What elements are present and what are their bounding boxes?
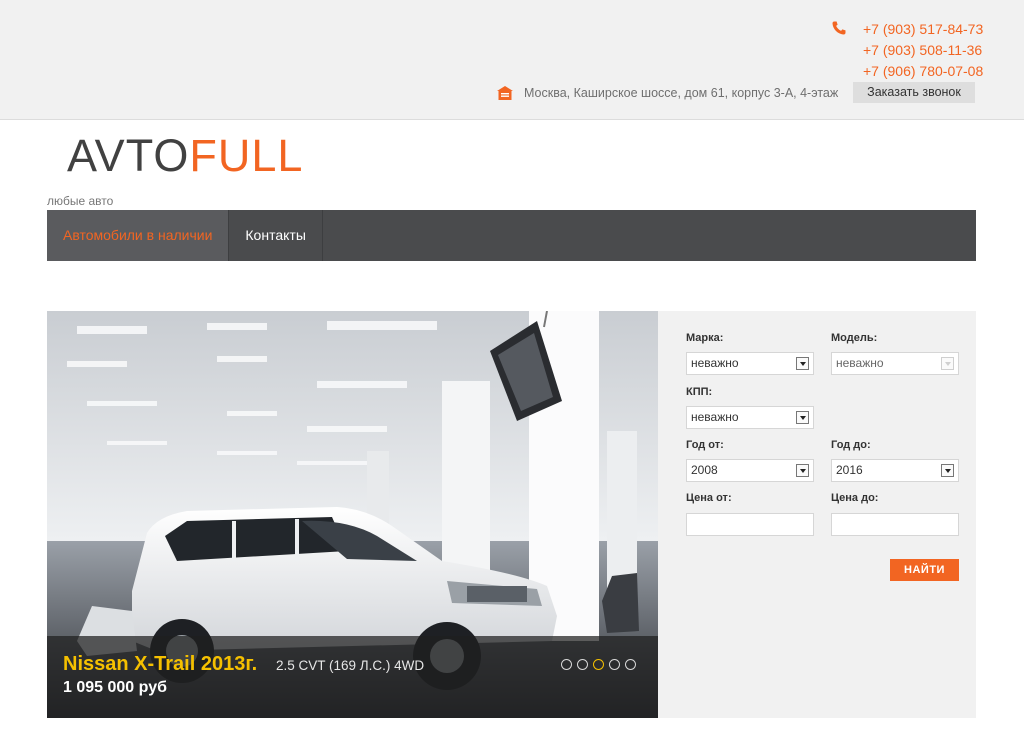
slider-dot[interactable] <box>609 659 620 670</box>
model-select[interactable]: неважно <box>831 352 959 375</box>
nav-item-contacts[interactable]: Контакты <box>229 210 323 261</box>
slider-dot[interactable] <box>561 659 572 670</box>
year-from-value: 2008 <box>691 463 718 477</box>
gearbox-select-value: неважно <box>691 410 739 424</box>
slider-dot[interactable] <box>625 659 636 670</box>
search-panel: Марка: неважно Модель: неважно КПП: нева… <box>658 311 976 718</box>
gearbox-select[interactable]: неважно <box>686 406 814 429</box>
phone-icon <box>832 21 846 35</box>
gearbox-label: КПП: <box>686 386 713 398</box>
logo-tagline: любые авто <box>47 194 114 208</box>
search-submit-button[interactable]: НАЙТИ <box>890 559 959 581</box>
main-nav: Автомобили в наличии Контакты <box>47 210 976 261</box>
chevron-down-icon <box>941 357 954 370</box>
price-from-input[interactable] <box>686 513 814 536</box>
phone-link-3[interactable]: +7 (906) 780-07-08 <box>863 63 983 79</box>
chevron-down-icon <box>941 464 954 477</box>
chevron-down-icon <box>796 411 809 424</box>
make-label: Марка: <box>686 332 724 344</box>
car-title[interactable]: Nissan X-Trail 2013г. <box>63 652 257 676</box>
price-to-label: Цена до: <box>831 492 879 504</box>
price-from-label: Цена от: <box>686 492 732 504</box>
make-select-value: неважно <box>691 356 739 370</box>
year-from-select[interactable]: 2008 <box>686 459 814 482</box>
year-to-value: 2016 <box>836 463 863 477</box>
site-logo[interactable]: AVTOFULL <box>67 132 303 180</box>
year-to-select[interactable]: 2016 <box>831 459 959 482</box>
price-to-input[interactable] <box>831 513 959 536</box>
slider-dot[interactable] <box>577 659 588 670</box>
nav-item-cars-in-stock[interactable]: Автомобили в наличии <box>47 210 230 261</box>
car-spec: 2.5 CVT (169 Л.С.) 4WD <box>276 658 425 673</box>
callback-button[interactable]: Заказать звонок <box>853 82 975 103</box>
home-icon <box>497 86 513 100</box>
chevron-down-icon <box>796 357 809 370</box>
phone-link-1[interactable]: +7 (903) 517-84-73 <box>863 21 983 37</box>
model-label: Модель: <box>831 332 878 344</box>
slider-dot-active[interactable] <box>593 659 604 670</box>
car-slider[interactable]: Nissan X-Trail 2013г. 2.5 CVT (169 Л.С.)… <box>47 311 658 718</box>
make-select[interactable]: неважно <box>686 352 814 375</box>
year-from-label: Год от: <box>686 439 724 451</box>
logo-part-2: FULL <box>189 130 304 181</box>
address-text: Москва, Каширское шоссе, дом 61, корпус … <box>524 86 839 100</box>
slide-caption: Nissan X-Trail 2013г. 2.5 CVT (169 Л.С.)… <box>47 636 658 718</box>
phone-link-2[interactable]: +7 (903) 508-11-36 <box>863 42 982 58</box>
chevron-down-icon <box>796 464 809 477</box>
year-to-label: Год до: <box>831 439 871 451</box>
top-bar: +7 (903) 517-84-73 +7 (903) 508-11-36 +7… <box>0 0 1024 120</box>
car-price: 1 095 000 руб <box>63 679 167 696</box>
logo-part-1: AVTO <box>67 130 190 181</box>
model-select-value: неважно <box>836 356 884 370</box>
slider-dots <box>561 659 636 670</box>
